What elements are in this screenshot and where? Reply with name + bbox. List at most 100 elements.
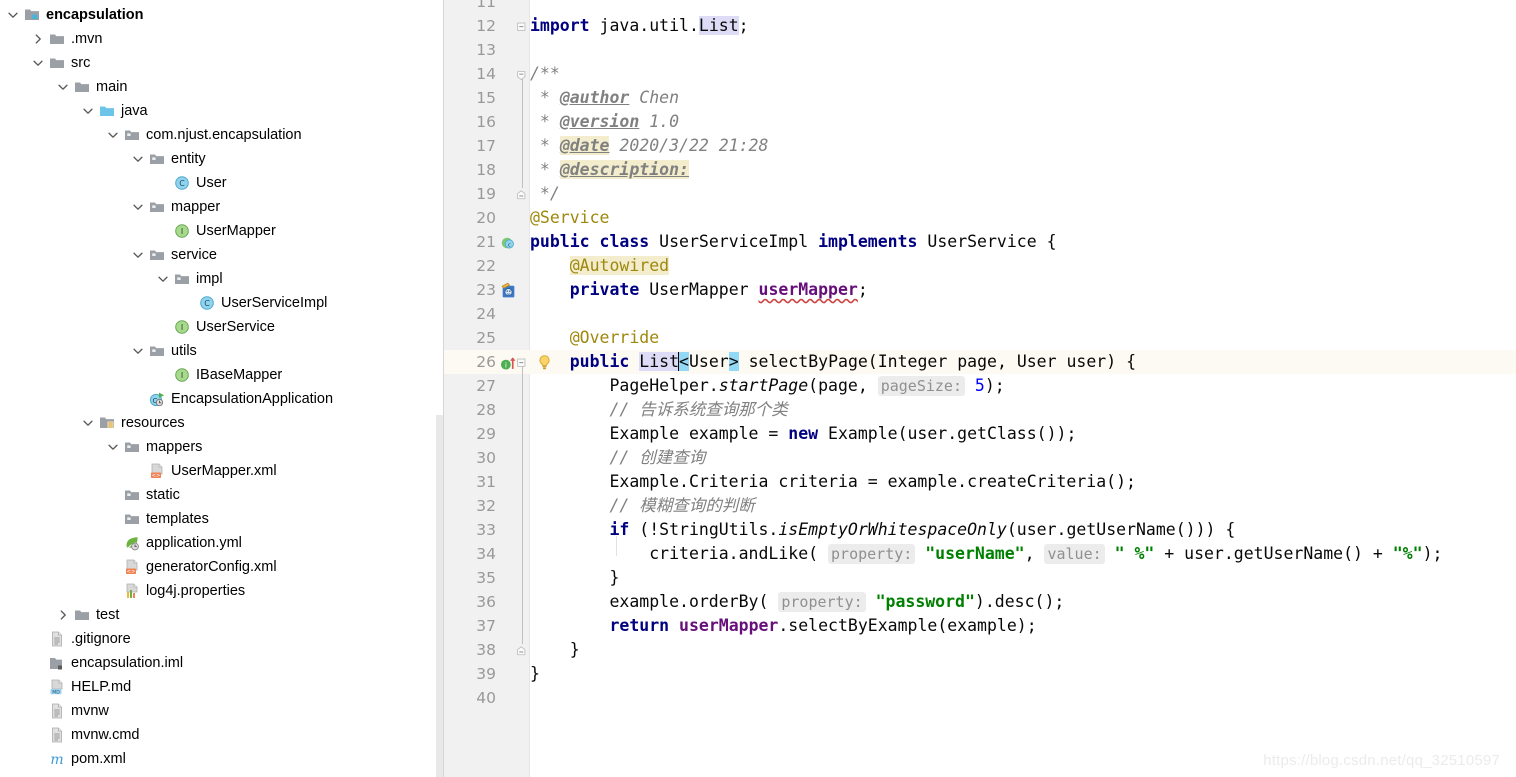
tree-item-label: static xyxy=(146,487,180,503)
folder-icon xyxy=(71,75,93,99)
code-line[interactable]: 27 PageHelper.startPage(page, pageSize: … xyxy=(444,374,1516,398)
code-line[interactable]: 26 public List<User> selectByPage(Intege… xyxy=(444,350,1516,374)
code-line[interactable]: 15 * @author Chen xyxy=(444,86,1516,110)
code-line[interactable]: 35 } xyxy=(444,566,1516,590)
svg-text:I: I xyxy=(181,371,183,380)
code-line[interactable]: 19 */ xyxy=(444,182,1516,206)
tree-item-mvnw[interactable]: mvnw xyxy=(0,699,444,723)
code-line-text: * @version 1.0 xyxy=(530,112,680,131)
chevron-down-icon[interactable] xyxy=(130,147,146,171)
code-line[interactable]: 17 * @date 2020/3/22 21:28 xyxy=(444,134,1516,158)
fold-collapse-icon[interactable] xyxy=(516,643,529,656)
code-line[interactable]: 31 Example.Criteria criteria = example.c… xyxy=(444,470,1516,494)
code-line[interactable]: 36 example.orderBy( property: "password"… xyxy=(444,590,1516,614)
tree-item--mvn[interactable]: .mvn xyxy=(0,27,444,51)
spring-bean-autowired-icon[interactable] xyxy=(500,278,517,302)
tree-item-application-yml[interactable]: application.yml xyxy=(0,531,444,555)
project-tree[interactable]: encapsulation .mvn src main java com.njust.en… xyxy=(0,0,444,771)
code-line[interactable]: 13 xyxy=(444,38,1516,62)
code-line[interactable]: 14 /** xyxy=(444,62,1516,86)
code-line[interactable]: 22 @Autowired xyxy=(444,254,1516,278)
code-line[interactable]: 16 * @version 1.0 xyxy=(444,110,1516,134)
code-line[interactable]: 25 @Override xyxy=(444,326,1516,350)
chevron-down-icon[interactable] xyxy=(130,339,146,363)
line-number: 35 xyxy=(476,569,496,587)
tree-item-resources[interactable]: resources xyxy=(0,411,444,435)
source-folder-icon xyxy=(96,99,118,123)
tree-item-userserviceimpl[interactable]: C UserServiceImpl xyxy=(0,291,444,315)
code-line[interactable]: 40 xyxy=(444,686,1516,710)
code-line[interactable]: 28 // 告诉系统查询那个类 xyxy=(444,398,1516,422)
code-line-text: import java.util.List; xyxy=(530,16,749,35)
tree-item-src[interactable]: src xyxy=(0,51,444,75)
tree-item-service[interactable]: service xyxy=(0,243,444,267)
project-tool-window[interactable]: encapsulation .mvn src main java com.njust.en… xyxy=(0,0,444,777)
chevron-down-icon[interactable] xyxy=(5,3,21,27)
code-line[interactable]: 21 public class UserServiceImpl implement… xyxy=(444,230,1516,254)
tree-item-test[interactable]: test xyxy=(0,603,444,627)
code-line[interactable]: 24 xyxy=(444,302,1516,326)
tree-item-com-njust-encapsulation[interactable]: com.njust.encapsulation xyxy=(0,123,444,147)
tree-item-entity[interactable]: entity xyxy=(0,147,444,171)
tree-item-usermapper[interactable]: I UserMapper xyxy=(0,219,444,243)
text-file-icon xyxy=(46,723,68,747)
code-line[interactable]: 33 if (!StringUtils.isEmptyOrWhitespaceO… xyxy=(444,518,1516,542)
code-line[interactable]: 29 Example example = new Example(user.ge… xyxy=(444,422,1516,446)
intention-bulb-icon[interactable] xyxy=(536,350,553,374)
tree-item-usermapper-xml[interactable]: <> UserMapper.xml xyxy=(0,459,444,483)
tree-item-mappers[interactable]: mappers xyxy=(0,435,444,459)
code-line[interactable]: 34 criteria.andLike( property: "userName… xyxy=(444,542,1516,566)
chevron-down-icon[interactable] xyxy=(130,243,146,267)
chevron-right-icon[interactable] xyxy=(30,27,46,51)
java-class-icon: C xyxy=(171,171,193,195)
code-editor[interactable]: 11 12 import java.util.List; 13 14 /** 15 * @a… xyxy=(444,0,1516,777)
tree-item-userservice[interactable]: I UserService xyxy=(0,315,444,339)
code-line[interactable]: 39} xyxy=(444,662,1516,686)
chevron-down-icon[interactable] xyxy=(80,411,96,435)
fold-collapse-icon[interactable] xyxy=(516,187,529,200)
xml-file-icon: <> xyxy=(121,555,143,579)
chevron-right-icon[interactable] xyxy=(55,603,71,627)
tree-item-generatorconfig-xml[interactable]: <> generatorConfig.xml xyxy=(0,555,444,579)
chevron-down-icon[interactable] xyxy=(105,123,121,147)
tree-item-label: encapsulation.iml xyxy=(71,655,184,671)
tree-item-encapsulation[interactable]: encapsulation xyxy=(0,3,444,27)
package-icon xyxy=(121,123,143,147)
fold-collapse-icon[interactable] xyxy=(516,19,529,32)
tree-item-utils[interactable]: utils xyxy=(0,339,444,363)
tree-item-java[interactable]: java xyxy=(0,99,444,123)
chevron-down-icon[interactable] xyxy=(155,267,171,291)
tree-item-pom-xml[interactable]: m pom.xml xyxy=(0,747,444,771)
tree-item-user[interactable]: C User xyxy=(0,171,444,195)
code-line[interactable]: 20 @Service xyxy=(444,206,1516,230)
package-icon xyxy=(121,483,143,507)
chevron-down-icon[interactable] xyxy=(130,195,146,219)
tree-item-templates[interactable]: templates xyxy=(0,507,444,531)
code-line[interactable]: 37 return userMapper.selectByExample(exa… xyxy=(444,614,1516,638)
implementing-class-icon[interactable]: c xyxy=(500,230,515,254)
code-line[interactable]: 38 } xyxy=(444,638,1516,662)
tree-item-encapsulation-iml[interactable]: encapsulation.iml xyxy=(0,651,444,675)
code-line[interactable]: 18 * @description: xyxy=(444,158,1516,182)
code-line[interactable]: 30 // 创建查询 xyxy=(444,446,1516,470)
tree-item-log4j-properties[interactable]: log4j.properties xyxy=(0,579,444,603)
tree-item-main[interactable]: main xyxy=(0,75,444,99)
chevron-down-icon[interactable] xyxy=(30,51,46,75)
tree-item-impl[interactable]: impl xyxy=(0,267,444,291)
code-line-text: // 创建查询 xyxy=(609,448,706,467)
tree-item-static[interactable]: static xyxy=(0,483,444,507)
project-tree-scrollbar-thumb[interactable] xyxy=(436,415,443,777)
tree-item-ibasemapper[interactable]: I IBaseMapper xyxy=(0,363,444,387)
tree-item-mapper[interactable]: mapper xyxy=(0,195,444,219)
tree-item-encapsulationapplication[interactable]: C EncapsulationApplication xyxy=(0,387,444,411)
tree-item-mvnw-cmd[interactable]: mvnw.cmd xyxy=(0,723,444,747)
code-line[interactable]: 32 // 模糊查询的判断 xyxy=(444,494,1516,518)
code-line[interactable]: 23 private UserMapper userMapper; xyxy=(444,278,1516,302)
chevron-down-icon[interactable] xyxy=(55,75,71,99)
tree-item-help-md[interactable]: MD HELP.md xyxy=(0,675,444,699)
tree-item--gitignore[interactable]: .gitignore xyxy=(0,627,444,651)
chevron-down-icon[interactable] xyxy=(105,435,121,459)
chevron-down-icon[interactable] xyxy=(80,99,96,123)
code-line[interactable]: 12 import java.util.List; xyxy=(444,14,1516,38)
overriding-method-icon[interactable]: i xyxy=(500,350,517,374)
